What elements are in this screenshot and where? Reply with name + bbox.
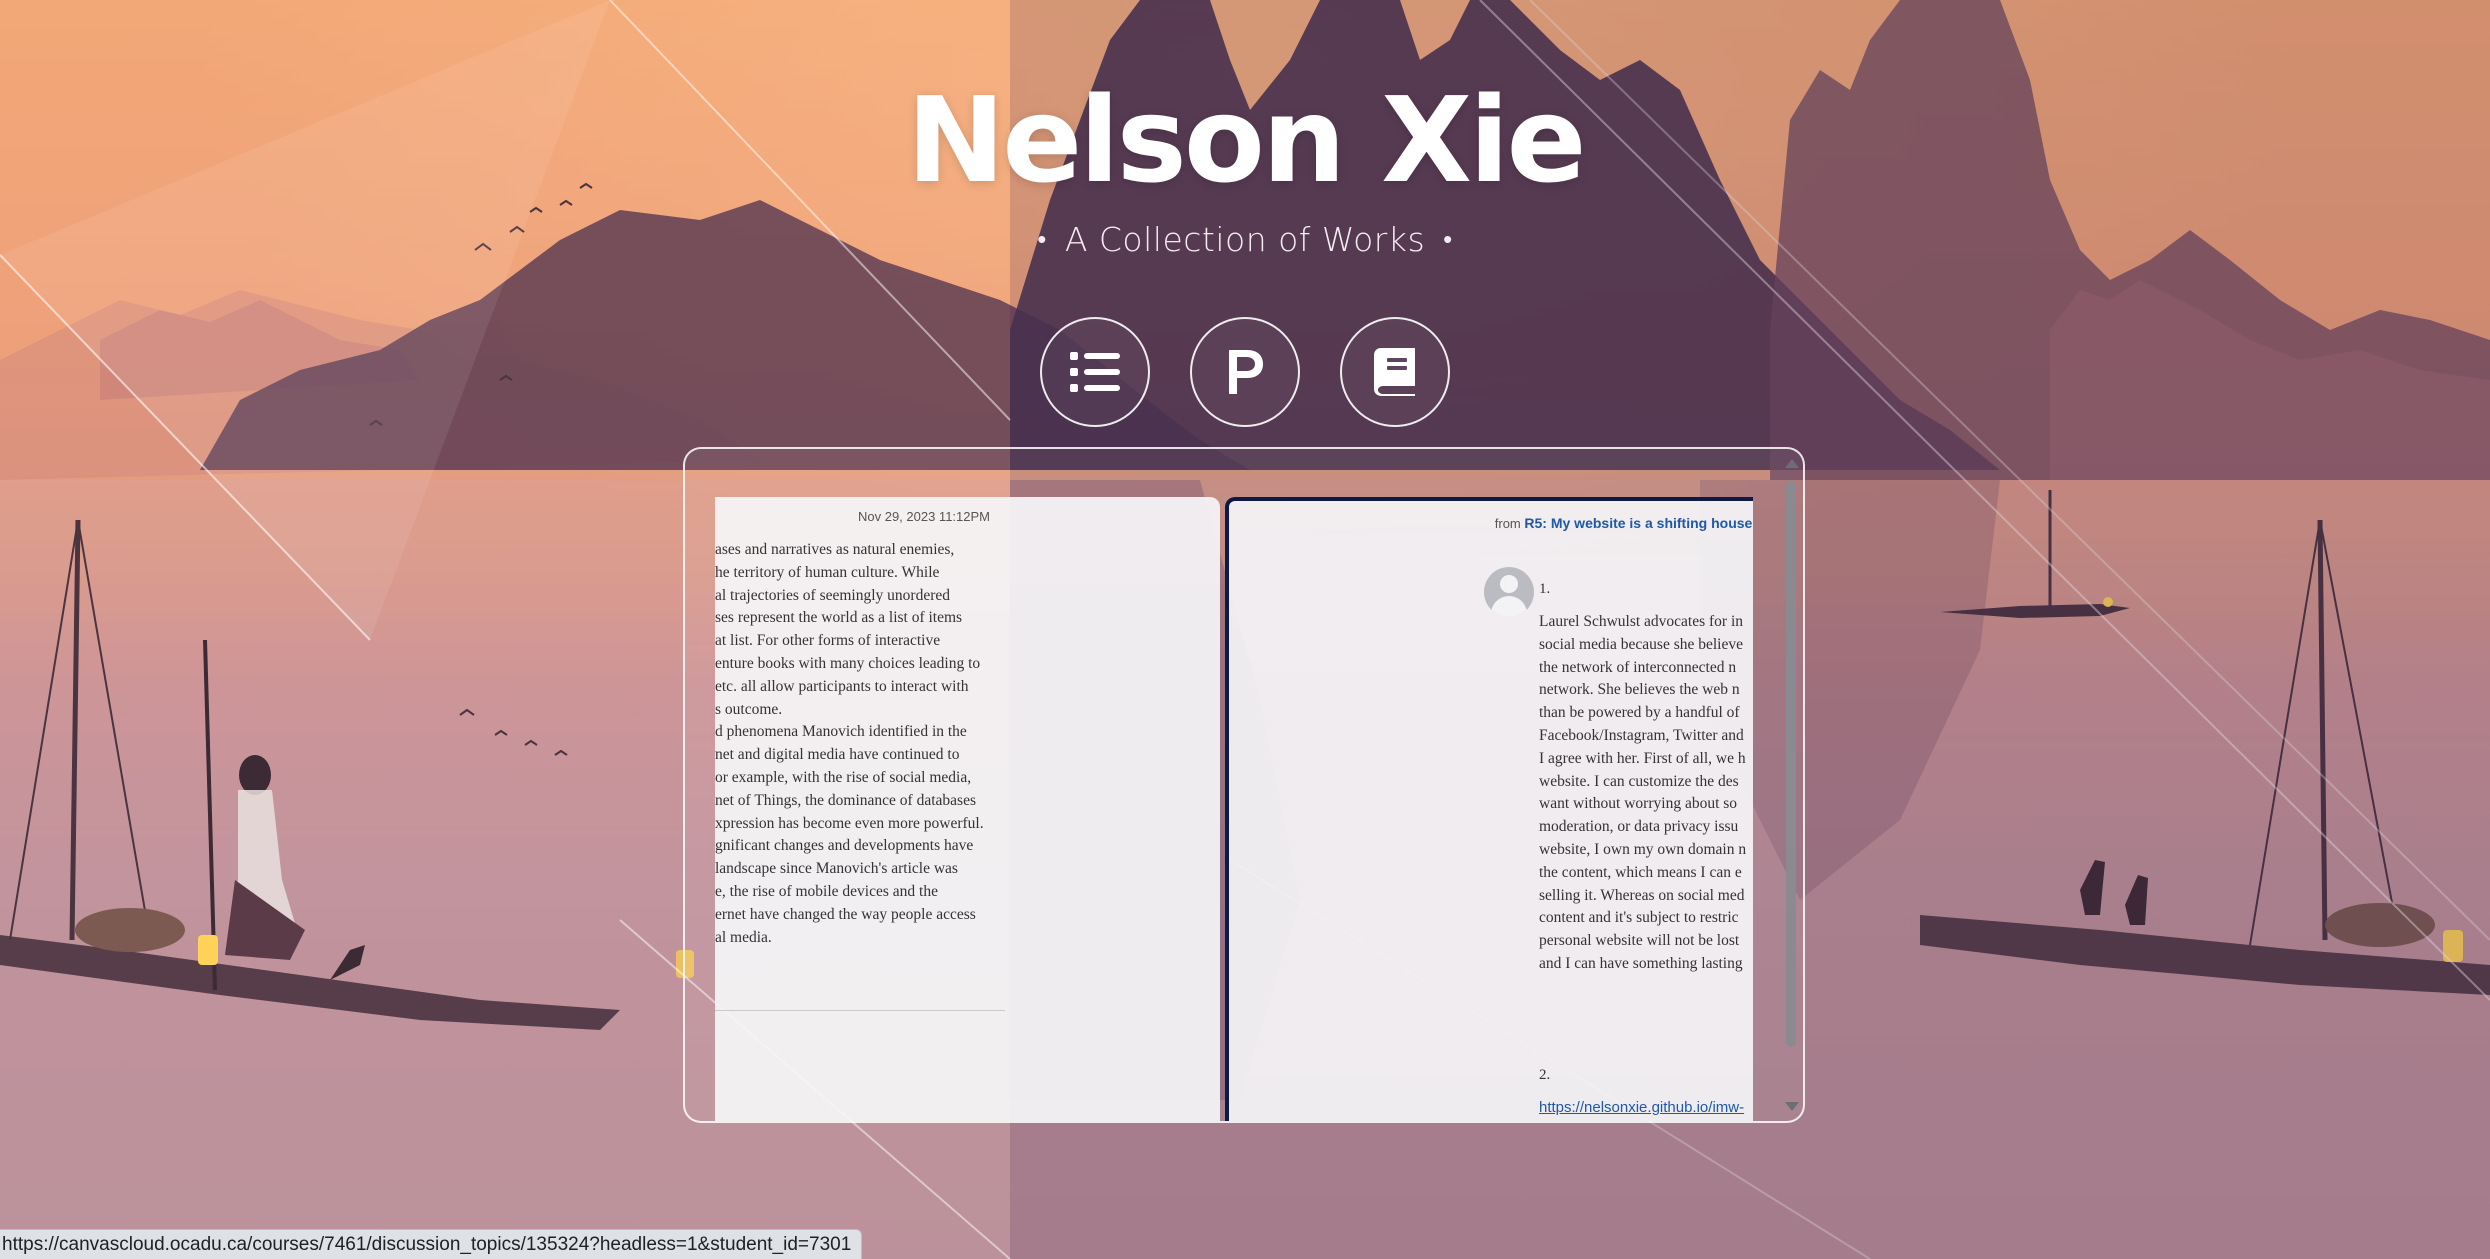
- site-subtitle: • A Collection of Works •: [0, 220, 2490, 259]
- text-line: ernet have changed the way people access: [715, 905, 976, 923]
- text-line: Laurel Schwulst advocates for in: [1539, 613, 1744, 630]
- text-line: net of Things, the dominance of database…: [715, 791, 976, 809]
- nav-book-button[interactable]: [1340, 317, 1450, 427]
- viewer-content: Nov 29, 2023 11:12PM ases and narratives…: [715, 497, 1753, 1121]
- text-line: landscape since Manovich's article was: [715, 860, 958, 878]
- post-body-text: Laurel Schwulst advocates for in social m…: [1539, 611, 1746, 976]
- page-background: Nelson Xie • A Collection of Works • Nov…: [0, 0, 2490, 1259]
- viewer-scrollbar[interactable]: [1783, 455, 1799, 1115]
- nav-list-button[interactable]: [1040, 317, 1150, 427]
- text-line: etc. all allow participants to interact …: [715, 677, 969, 695]
- avatar-head: [1500, 575, 1518, 593]
- text-line: at list. For other forms of interactive: [715, 632, 941, 650]
- text-line: Facebook/Instagram, Twitter and: [1539, 726, 1744, 744]
- text-line: al trajectories of seemingly unordered: [715, 586, 950, 604]
- post-source: from R5: My website is a shifting house …: [1495, 515, 1753, 531]
- text-line: website. I can customize the des: [1539, 772, 1739, 790]
- text-line: moderation, or data privacy issu: [1539, 818, 1739, 836]
- text-line: social media because she believe: [1539, 635, 1743, 653]
- text-line: want without worrying about so: [1539, 795, 1738, 813]
- text-line: s outcome.: [715, 700, 783, 718]
- text-line: the content, which means I can e: [1539, 863, 1742, 881]
- nav-buttons: [1040, 317, 1450, 435]
- list-number-2: 2.: [1539, 1067, 1551, 1083]
- subtitle-bullet-left: •: [1037, 225, 1047, 255]
- source-link[interactable]: R5: My website is a shifting house next: [1524, 515, 1753, 531]
- discussion-post-right: from R5: My website is a shifting house …: [1225, 497, 1753, 1121]
- text-line: and I can have something lasting: [1539, 954, 1743, 972]
- from-label: from: [1494, 516, 1521, 531]
- text-line: he territory of human culture. While: [715, 563, 940, 581]
- subtitle-text: A Collection of Works: [1064, 220, 1426, 259]
- text-line: personal website will not be lost: [1539, 932, 1740, 950]
- text-line: enture books with many choices leading t…: [715, 654, 981, 672]
- post-body-text: ases and narratives as natural enemies, h…: [715, 539, 1005, 949]
- subtitle-bullet-right: •: [1443, 225, 1453, 255]
- nav-p-button[interactable]: [1190, 317, 1300, 427]
- text-line: I agree with her. First of all, we h: [1539, 749, 1746, 767]
- text-line: e, the rise of mobile devices and the: [715, 882, 938, 900]
- scroll-thumb[interactable]: [1786, 481, 1796, 1047]
- text-line: network. She believes the web n: [1539, 681, 1740, 699]
- works-viewer[interactable]: Nov 29, 2023 11:12PM ases and narratives…: [683, 447, 1805, 1123]
- text-line: gnificant changes and developments have: [715, 837, 974, 855]
- text-line: selling it. Whereas on social med: [1539, 886, 1745, 904]
- website-link[interactable]: https://nelsonxie.github.io/imw-: [1539, 1099, 1744, 1116]
- book-icon: [1374, 348, 1415, 396]
- post-divider: [715, 1010, 1005, 1011]
- text-line: al media.: [715, 928, 772, 946]
- avatar-body: [1491, 596, 1527, 617]
- list-icon: [1070, 352, 1120, 392]
- site-title: Nelson Xie: [906, 71, 1586, 209]
- text-line: net and digital media have continued to: [715, 746, 960, 764]
- text-line: than be powered by a handful of: [1539, 704, 1740, 722]
- status-bar-url: https://canvascloud.ocadu.ca/courses/746…: [0, 1229, 863, 1259]
- avatar: [1484, 567, 1534, 617]
- text-line: content and it's subject to restric: [1539, 909, 1739, 927]
- text-line: ses represent the world as a list of ite…: [715, 609, 963, 627]
- text-line: website, I own my own domain n: [1539, 840, 1747, 858]
- post-date: Nov 29, 2023 11:12PM: [857, 509, 990, 524]
- text-line: ases and narratives as natural enemies,: [715, 541, 955, 558]
- scroll-up-arrow-icon[interactable]: [1785, 459, 1799, 468]
- discussion-post-left: Nov 29, 2023 11:12PM ases and narratives…: [715, 497, 1220, 1121]
- text-line: the network of interconnected n: [1539, 658, 1737, 676]
- text-line: or example, with the rise of social medi…: [715, 768, 972, 786]
- p-letter-icon: [1229, 350, 1263, 394]
- site-header: Nelson Xie • A Collection of Works •: [0, 70, 2490, 259]
- text-line: xpression has become even more powerful.: [715, 814, 984, 832]
- text-line: d phenomena Manovich identified in the: [715, 723, 967, 741]
- scroll-down-arrow-icon[interactable]: [1785, 1102, 1799, 1111]
- list-number-1: 1.: [1539, 581, 1551, 597]
